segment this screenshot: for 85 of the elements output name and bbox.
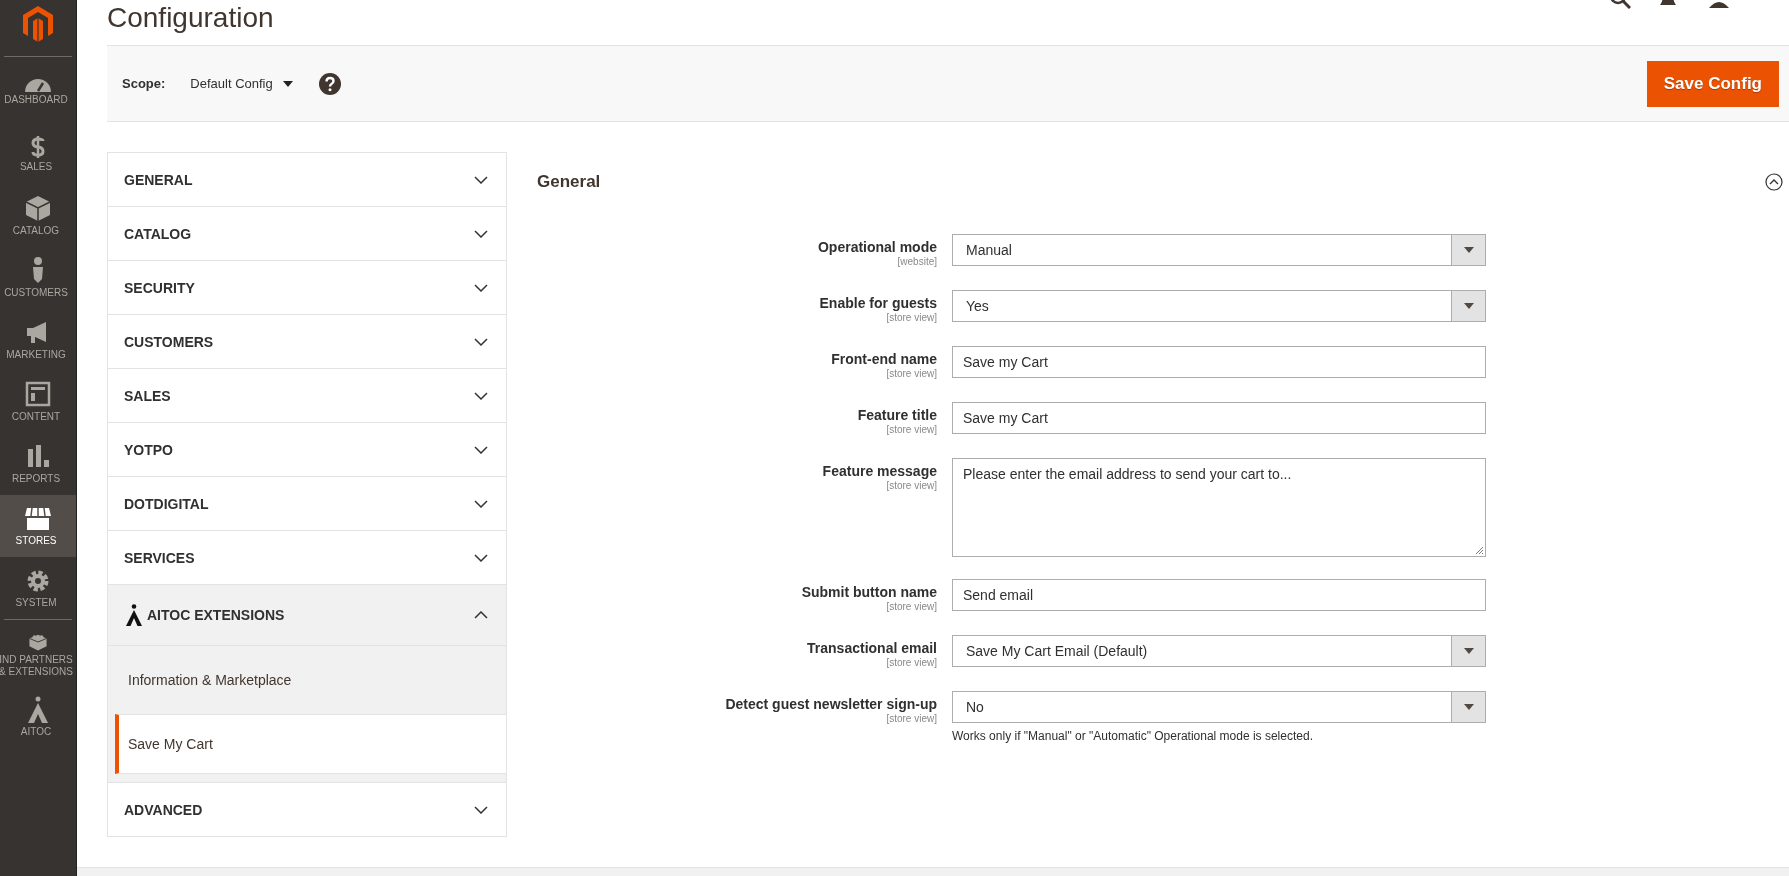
gauge-icon [24,78,52,92]
field-label: Operational mode [816,239,937,255]
select-field[interactable]: Yes [952,290,1486,322]
field-label: Transactional email [806,640,937,656]
section-tab[interactable]: SERVICES [108,531,506,584]
scope-note: [store view] [885,479,937,492]
scope-note: [store view] [885,600,937,613]
section-label: CATALOG [124,225,193,242]
section-label: SERVICES [124,549,196,566]
caret-icon [1463,704,1474,710]
input-field[interactable]: Send email [952,579,1486,611]
section-tab[interactable]: ADVANCED [108,783,506,836]
chevron-up-icon [474,611,488,619]
section-label: SALES [124,387,172,404]
letter-a-logo-icon [125,604,143,626]
select-field[interactable]: Save My Cart Email (Default) [952,635,1486,667]
storefront-icon [24,505,52,533]
section-tab[interactable]: YOTPO [108,423,506,476]
cube-icon [24,195,52,223]
caret-icon [1463,303,1474,309]
scope-note: [store view] [885,311,937,324]
chevron-down-icon [474,337,488,346]
logo-icon [23,6,53,42]
scope-note: [store view] [885,423,937,436]
section-tab[interactable]: DOTDIGITAL [108,477,506,530]
caret-icon [282,80,293,87]
nav-item[interactable]: CATALOG [0,185,76,247]
section-tab[interactable]: GENERAL [108,153,506,206]
scope-note: [store view] [885,656,937,669]
scope-note: [store view] [885,367,937,380]
nav-item[interactable]: AITOC [0,686,76,748]
section-label: AITOC EXTENSIONS [147,607,286,623]
section-tab[interactable]: SECURITY [108,261,506,314]
chevron-down-icon [474,229,488,238]
save-config-button[interactable]: Save Config [1646,60,1779,107]
chevron-down-icon [474,553,488,562]
field-label: Enable for guests [818,295,937,311]
textarea-field[interactable]: Please enter the email address to send your cart to... [952,458,1486,557]
section-label: ADVANCED [124,801,204,818]
scope-note: [website] [896,255,937,268]
section-label: CUSTOMERS [124,333,215,350]
chevron-down-icon [474,445,488,454]
chevron-down-icon [474,391,488,400]
section-tab[interactable]: CUSTOMERS [108,315,506,368]
nav-item[interactable]: SALES [0,123,76,185]
section-tab[interactable]: SALES [108,369,506,422]
layout-icon [24,381,52,409]
field-note: Works only if "Manual" or "Automatic" Operational mode is selected. [952,729,1314,743]
section-label: SECURITY [124,279,196,296]
scope-label: Scope: [122,76,166,91]
field-label: Feature title [856,407,937,423]
section-label: GENERAL [124,171,194,188]
group-title[interactable]: General [537,172,601,192]
resize-grip-icon [1475,546,1484,555]
caret-icon [1463,247,1474,253]
section-label: YOTPO [124,441,174,458]
input-field[interactable]: Save my Cart [952,346,1486,378]
section-tab[interactable]: CATALOG [108,207,506,260]
field-label: Detect guest newsletter sign-up [724,696,937,712]
page-title: Configuration [107,4,274,32]
nav-item[interactable]: CUSTOMERS [0,247,76,309]
section-link[interactable]: Save My Cart [115,714,506,774]
nav-item[interactable]: SYSTEM [0,557,76,619]
chevron-down-icon [474,499,488,508]
section-label: DOTDIGITAL [124,495,210,512]
select-field[interactable]: Manual [952,234,1486,266]
nav-item[interactable]: REPORTS [0,433,76,495]
nav-item[interactable]: MARKETING [0,309,76,371]
chevron-down-icon [474,283,488,292]
field-label: Feature message [821,463,937,479]
nav-item[interactable]: CONTENT [0,371,76,433]
nav-item[interactable]: STORES [0,495,76,557]
chevron-down-icon [474,175,488,184]
caret-icon [1463,648,1474,654]
input-field[interactable]: Save my Cart [952,402,1486,434]
nav-item[interactable]: DASHBOARD [0,61,76,123]
scope-dropdown[interactable]: Default Config [190,76,293,91]
select-field[interactable]: No [952,691,1486,723]
dollar-icon [31,135,45,159]
chevron-down-icon [474,805,488,814]
scope-note: [store view] [885,712,937,725]
help-icon [318,72,341,95]
field-label: Front-end name [830,351,937,367]
nav-item[interactable]: IND PARTNERS & EXTENSIONS [0,624,76,686]
field-label: Submit button name [800,584,937,600]
